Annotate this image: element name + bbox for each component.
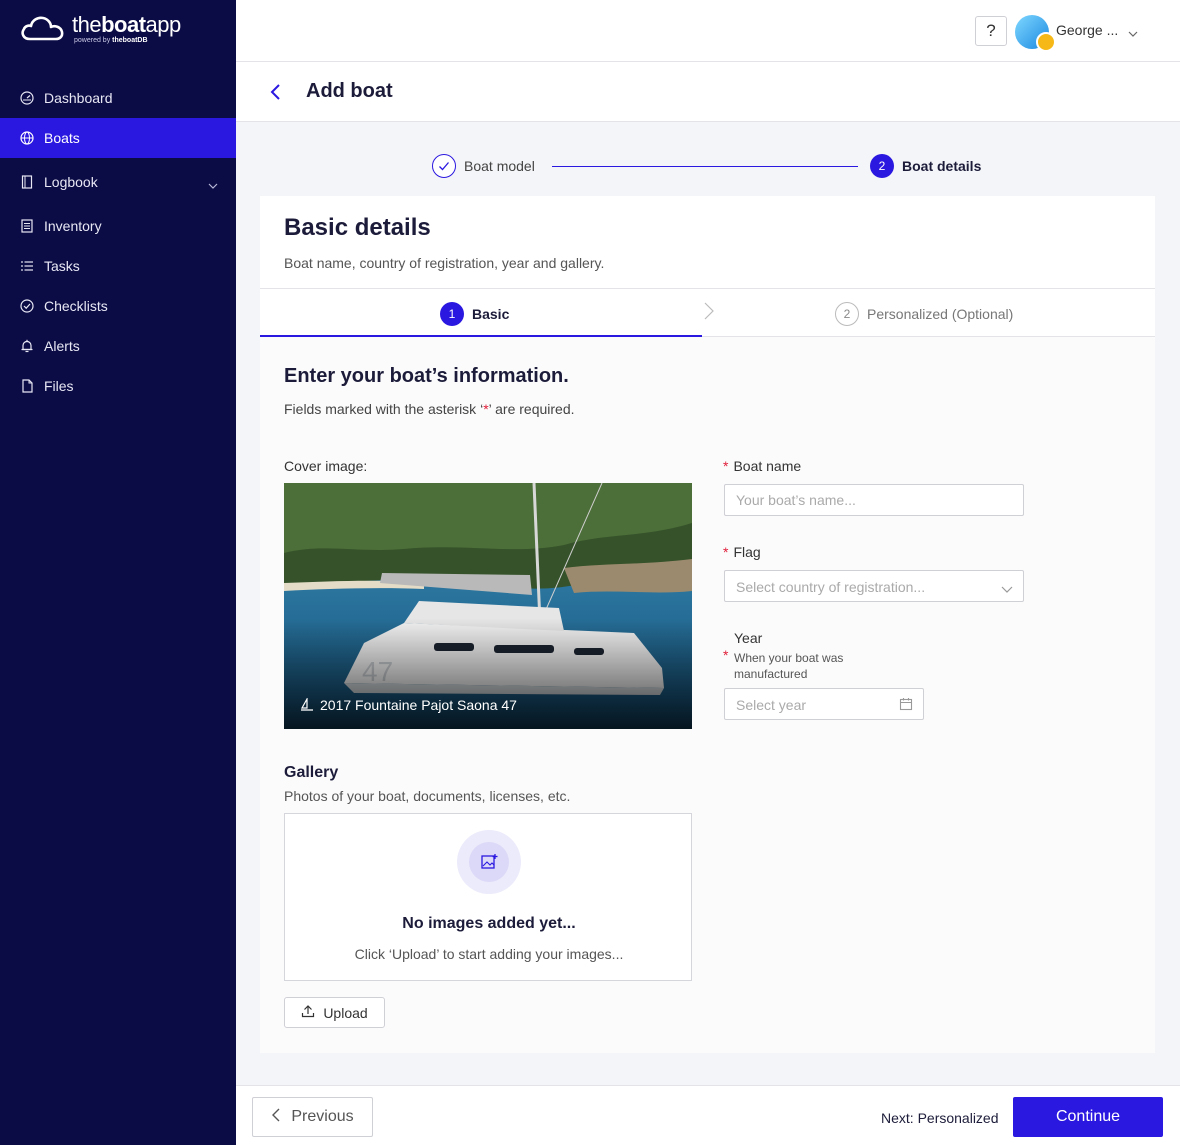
tab-number-badge[interactable]: 2 xyxy=(835,302,859,326)
flag-select-placeholder: Select country of registration... xyxy=(736,579,926,595)
list-icon xyxy=(20,259,34,273)
details-tabs: 1 Basic 2 Personalized (Optional) xyxy=(260,288,1155,337)
gallery-subtitle: Photos of your boat, documents, licenses… xyxy=(284,788,571,804)
tab-basic[interactable]: 1 Basic xyxy=(260,289,702,337)
app-logo[interactable]: theboatapp powered by theboatDB xyxy=(20,14,181,44)
next-step-label: Next: Personalized xyxy=(881,1110,999,1126)
boat-info-form: Enter your boat’s information. Fields ma… xyxy=(260,337,1155,1053)
sidebar-item-logbook[interactable]: Logbook xyxy=(0,158,236,206)
year-hint: When your boat was manufactured xyxy=(734,651,844,681)
card-subtitle: Boat name, country of registration, year… xyxy=(284,255,605,271)
check-icon[interactable] xyxy=(432,154,456,178)
cloud-logo-icon xyxy=(21,16,64,41)
card-title: Basic details xyxy=(284,214,431,241)
page-header: Add boat xyxy=(236,62,1180,122)
sidebar-item-checklists[interactable]: Checklists xyxy=(0,286,236,326)
top-bar: ? George ... xyxy=(236,0,1180,62)
required-mark: * xyxy=(723,647,729,663)
sidebar-item-alerts[interactable]: Alerts xyxy=(0,326,236,366)
sidebar-item-inventory[interactable]: Inventory xyxy=(0,206,236,246)
calendar-icon xyxy=(899,697,913,716)
add-image-icon xyxy=(469,842,509,882)
file-icon xyxy=(20,379,34,393)
required-note: Fields marked with the asterisk ‘*’ are … xyxy=(284,401,575,417)
step-boat-details-label: Boat details xyxy=(902,158,982,174)
progress-stepper: Boat model 2 Boat details xyxy=(236,140,1180,194)
continue-button[interactable]: Continue xyxy=(1013,1097,1163,1137)
sidebar-item-files[interactable]: Files xyxy=(0,366,236,406)
upload-button[interactable]: Upload xyxy=(284,997,385,1028)
cover-image[interactable]: 47 2017 Fountaine Pajot Saona 47 xyxy=(284,483,692,729)
sidebar-nav: Dashboard Boats Logbook Inventory Tasks … xyxy=(0,78,236,406)
sidebar-item-boats[interactable]: Boats xyxy=(0,118,236,158)
check-circle-icon xyxy=(20,299,34,313)
gallery-empty-hint: Click ‘Upload’ to start adding your imag… xyxy=(354,946,624,962)
step-connector xyxy=(552,166,858,167)
boat-name-label: * Boat name xyxy=(723,458,802,474)
year-picker[interactable]: Select year xyxy=(724,688,924,720)
boat-name-input[interactable] xyxy=(725,485,1023,515)
sailboat-icon xyxy=(300,698,314,712)
chevron-down-icon xyxy=(1001,581,1013,599)
year-picker-placeholder: Select year xyxy=(736,697,807,713)
upload-icon xyxy=(301,1004,315,1021)
user-name[interactable]: George ... xyxy=(1056,22,1118,38)
sidebar-item-tasks[interactable]: Tasks xyxy=(0,246,236,286)
bell-icon xyxy=(20,339,34,353)
help-button[interactable]: ? xyxy=(975,16,1007,46)
cloud-badge-icon xyxy=(1036,32,1056,52)
chevron-down-icon[interactable] xyxy=(1128,24,1138,42)
basic-details-card: Basic details Boat name, country of regi… xyxy=(260,196,1155,1053)
chevron-down-icon xyxy=(208,176,218,192)
dashboard-icon xyxy=(20,91,34,105)
book-icon xyxy=(20,175,34,189)
back-arrow-icon[interactable] xyxy=(266,82,286,102)
gallery-empty-title: No images added yet... xyxy=(402,915,576,932)
globe-icon xyxy=(20,131,34,145)
flag-label: * Flag xyxy=(723,544,761,560)
cover-image-label: Cover image: xyxy=(284,458,368,474)
tab-personalized[interactable]: Personalized (Optional) xyxy=(867,306,1013,322)
step-number-badge: 2 xyxy=(870,154,894,178)
wizard-footer: Previous Next: Personalized Continue xyxy=(236,1085,1180,1145)
inventory-icon xyxy=(20,219,34,233)
step-boat-model-label[interactable]: Boat model xyxy=(464,158,535,174)
boat-name-field[interactable] xyxy=(724,484,1024,516)
form-title: Enter your boat’s information. xyxy=(284,365,569,387)
cover-caption: 2017 Fountaine Pajot Saona 47 xyxy=(320,697,517,713)
tab-basic-label: Basic xyxy=(472,306,510,322)
flag-select[interactable]: Select country of registration... xyxy=(724,570,1024,602)
previous-button[interactable]: Previous xyxy=(252,1097,373,1137)
tab-number-badge: 1 xyxy=(440,302,464,326)
chevron-right-icon xyxy=(702,301,716,326)
sidebar-item-dashboard[interactable]: Dashboard xyxy=(0,78,236,118)
chevron-left-icon xyxy=(271,1108,281,1127)
sidebar: theboatapp powered by theboatDB Dashboar… xyxy=(0,0,236,1145)
gallery-title: Gallery xyxy=(284,764,339,781)
gallery-dropzone[interactable]: No images added yet... Click ‘Upload’ to… xyxy=(284,813,692,981)
year-label: Year xyxy=(734,630,763,646)
page-title: Add boat xyxy=(306,80,393,102)
catamaran-photo: 47 xyxy=(284,483,692,729)
